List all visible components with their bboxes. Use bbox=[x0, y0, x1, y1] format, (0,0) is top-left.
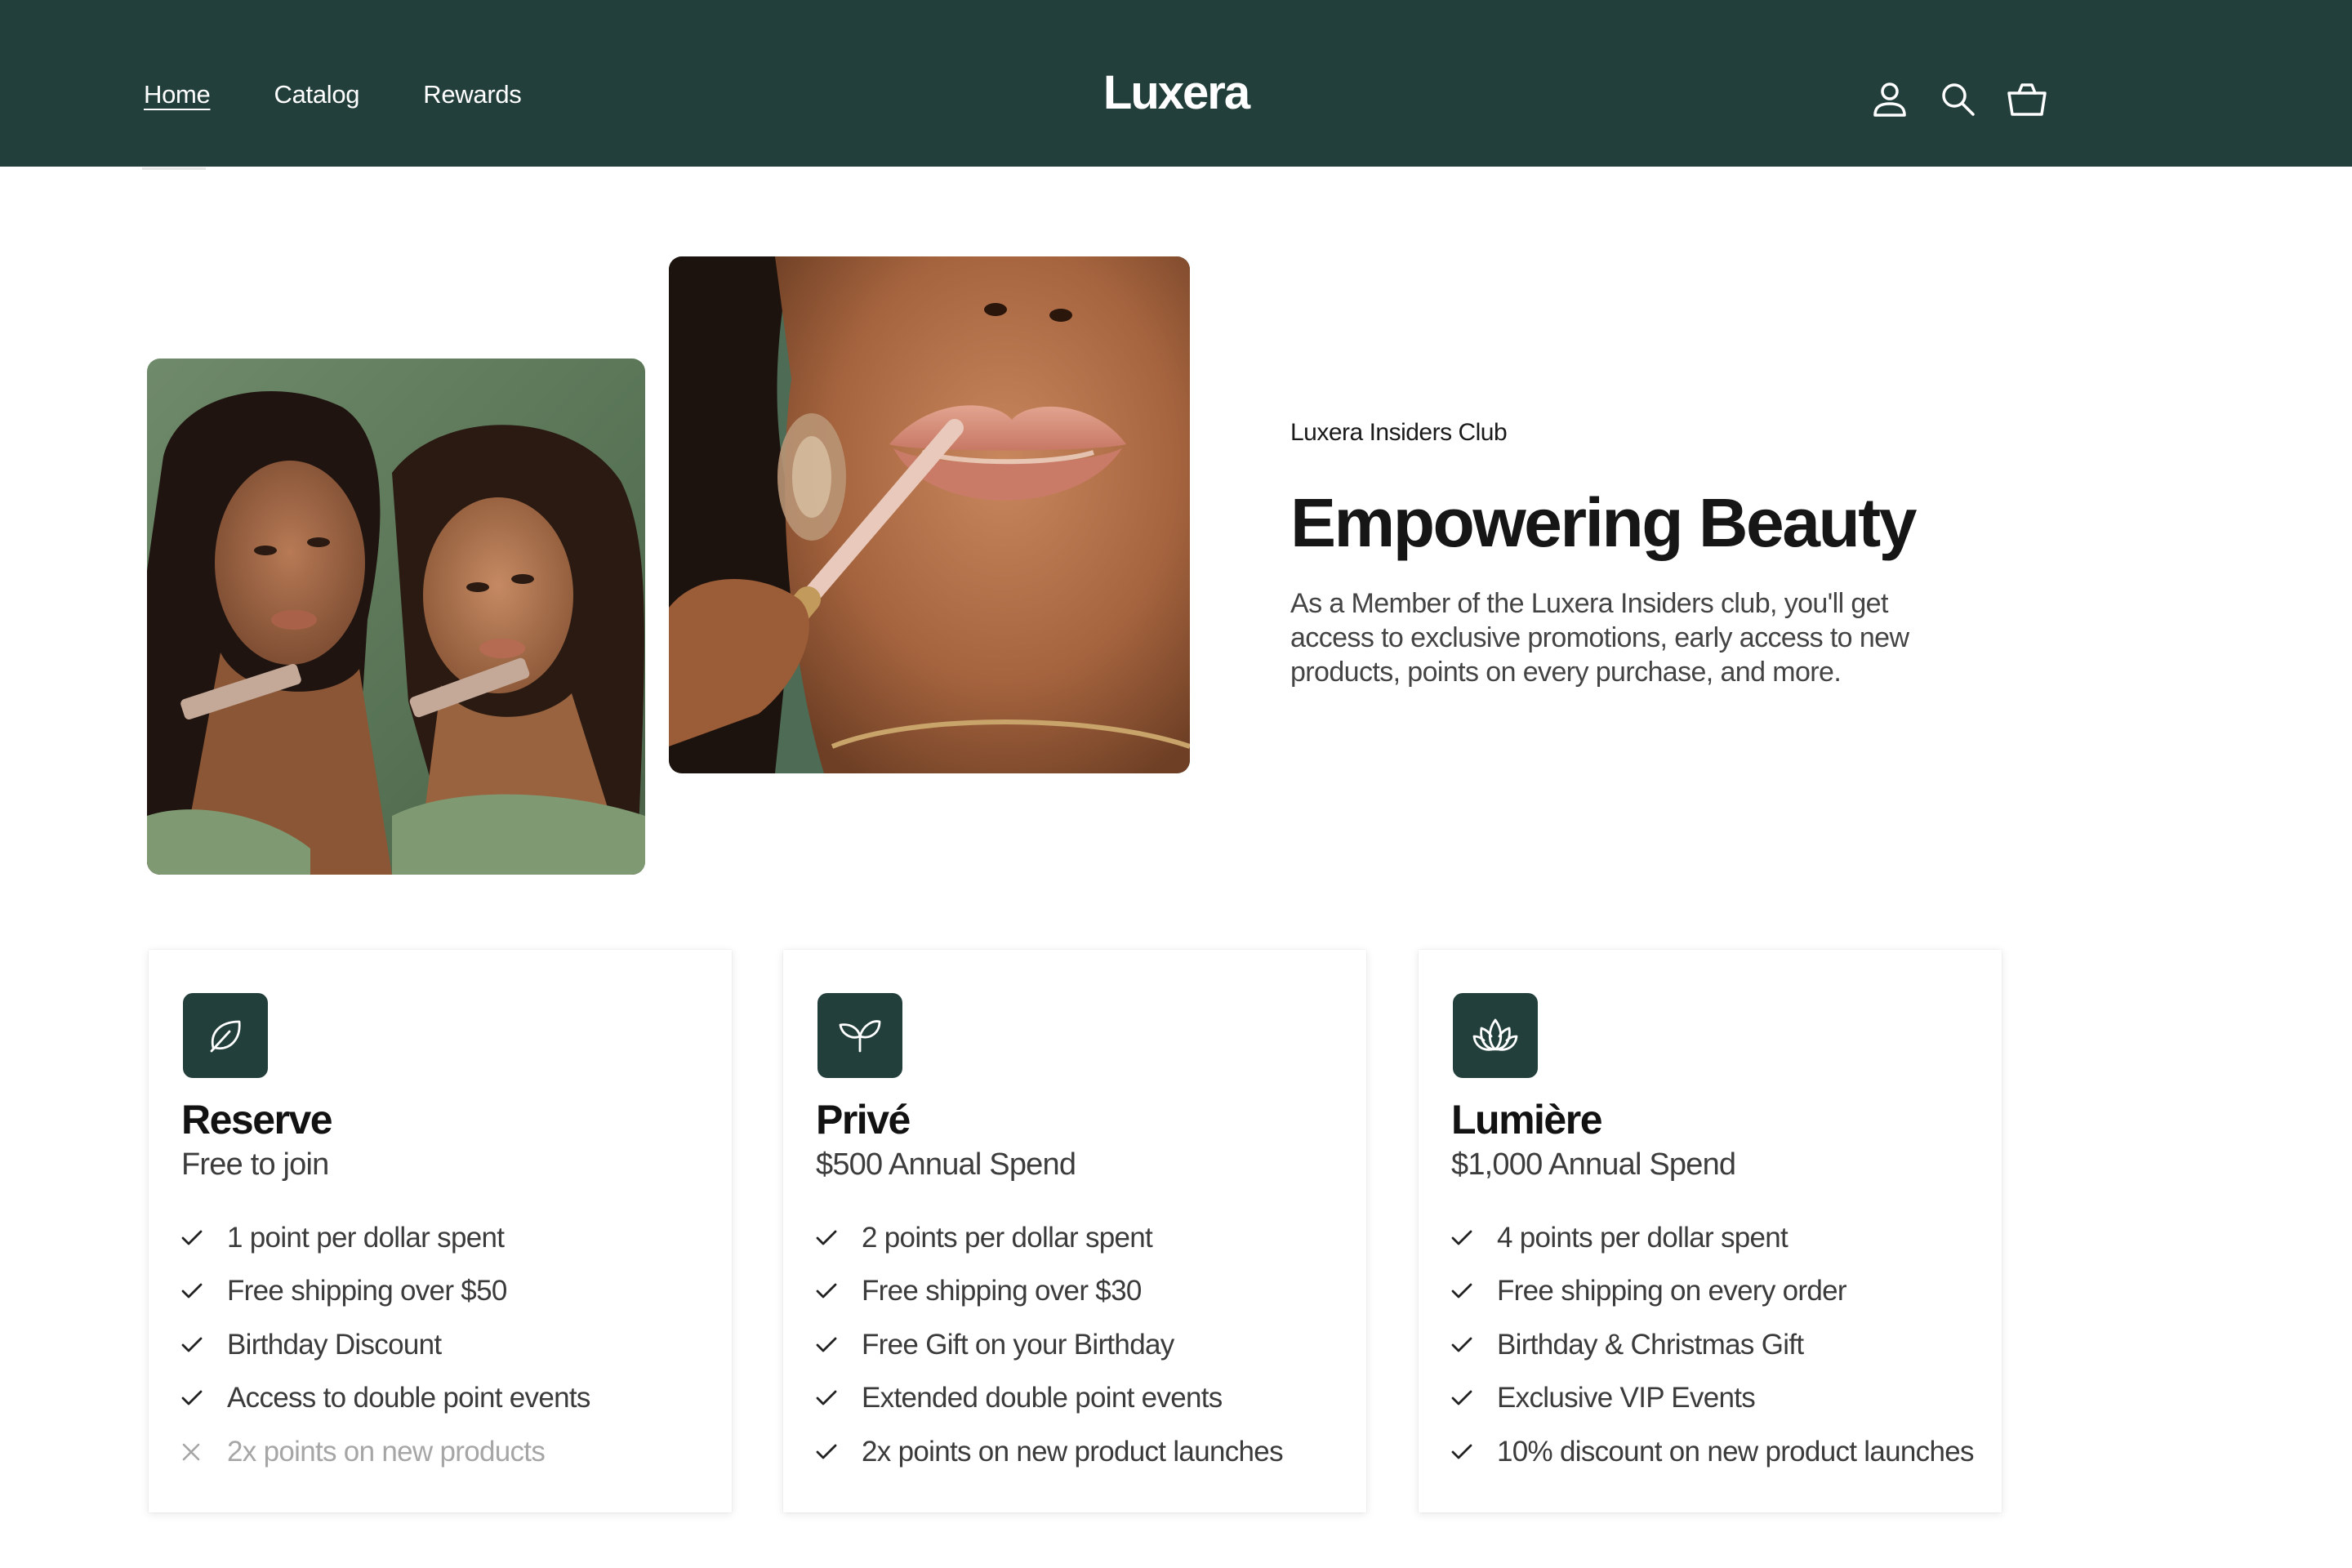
benefit-item: Free shipping over $50 bbox=[181, 1265, 590, 1319]
active-nav-indicator bbox=[142, 167, 206, 170]
benefit-item: Extended double point events bbox=[816, 1372, 1283, 1426]
check-icon bbox=[816, 1436, 862, 1468]
woman-applying-lip-gloss-photo bbox=[669, 256, 1190, 773]
check-icon bbox=[1451, 1329, 1497, 1361]
tier-name: Reserve bbox=[181, 1097, 333, 1143]
search-icon[interactable] bbox=[1936, 77, 1981, 122]
check-icon bbox=[816, 1222, 862, 1254]
cart-icon[interactable] bbox=[2004, 77, 2050, 122]
tier-name: Privé bbox=[816, 1097, 911, 1143]
benefit-item: 2x points on new product launches bbox=[816, 1425, 1284, 1479]
benefit-item: Free shipping over $30 bbox=[816, 1265, 1283, 1319]
check-icon bbox=[816, 1275, 862, 1307]
benefit-item-excluded: 2x points on new products bbox=[181, 1425, 590, 1479]
tier-card-lumiere: Lumière $1,000 Annual Spend 4 points per… bbox=[1419, 950, 2002, 1512]
tier-subtitle: $500 Annual Spend bbox=[816, 1147, 1076, 1182]
benefit-item: 2 points per dollar spent bbox=[816, 1211, 1283, 1265]
benefit-text: Free shipping on every order bbox=[1497, 1275, 1847, 1307]
check-icon bbox=[816, 1329, 862, 1361]
benefit-text: Birthday Discount bbox=[227, 1328, 442, 1361]
check-icon bbox=[1451, 1436, 1497, 1468]
benefit-item: 1 point per dollar spent bbox=[181, 1211, 590, 1265]
nav-rewards-link[interactable]: Rewards bbox=[423, 78, 522, 111]
benefit-text: Birthday & Christmas Gift bbox=[1497, 1328, 1804, 1361]
main-nav: Home Catalog Rewards bbox=[144, 78, 522, 111]
benefit-list: 4 points per dollar spent Free shipping … bbox=[1451, 1211, 1975, 1479]
benefit-text: Free shipping over $30 bbox=[862, 1275, 1142, 1307]
nav-catalog-link[interactable]: Catalog bbox=[274, 78, 360, 111]
lotus-icon bbox=[1453, 993, 1538, 1078]
sprout-icon bbox=[817, 993, 902, 1078]
benefit-item: Access to double point events bbox=[181, 1372, 590, 1426]
benefit-item: Birthday Discount bbox=[181, 1318, 590, 1372]
benefit-item: 10% discount on new product launches bbox=[1451, 1425, 1975, 1479]
tier-card-prive: Privé $500 Annual Spend 2 points per dol… bbox=[783, 950, 1366, 1512]
benefit-item: Free shipping on every order bbox=[1451, 1265, 1974, 1319]
benefit-text: Free Gift on your Birthday bbox=[862, 1328, 1174, 1361]
leaf-icon bbox=[183, 993, 268, 1078]
check-icon bbox=[181, 1275, 227, 1307]
cross-icon bbox=[181, 1436, 227, 1468]
benefit-text: 1 point per dollar spent bbox=[227, 1221, 505, 1254]
check-icon bbox=[181, 1222, 227, 1254]
hero-title: Empowering Beauty bbox=[1290, 484, 1917, 561]
benefit-text: Extended double point events bbox=[862, 1382, 1223, 1414]
account-icon[interactable] bbox=[1867, 77, 1913, 122]
benefit-item: Exclusive VIP Events bbox=[1451, 1372, 1974, 1426]
check-icon bbox=[1451, 1222, 1497, 1254]
benefit-list: 2 points per dollar spent Free shipping … bbox=[816, 1211, 1284, 1479]
tier-card-reserve: Reserve Free to join 1 point per dollar … bbox=[149, 950, 732, 1512]
benefit-text: Access to double point events bbox=[227, 1382, 590, 1414]
check-icon bbox=[816, 1382, 862, 1414]
benefit-text: 2 points per dollar spent bbox=[862, 1221, 1153, 1254]
tier-name: Lumière bbox=[1451, 1097, 1603, 1143]
hero-intro: As a Member of the Luxera Insiders club,… bbox=[1290, 588, 1909, 688]
benefit-item: 4 points per dollar spent bbox=[1451, 1211, 1974, 1265]
benefit-list: 1 point per dollar spent Free shipping o… bbox=[181, 1211, 590, 1479]
hero-eyebrow: Luxera Insiders Club bbox=[1290, 419, 1508, 446]
brand-logo[interactable]: Luxera bbox=[1103, 66, 1250, 119]
check-icon bbox=[181, 1382, 227, 1414]
benefit-item: Birthday & Christmas Gift bbox=[1451, 1318, 1974, 1372]
hero-text: Luxera Insiders Club Empowering Beauty A… bbox=[1290, 415, 2025, 689]
benefit-text: Exclusive VIP Events bbox=[1497, 1382, 1756, 1414]
two-women-holding-lip-gloss-photo bbox=[147, 359, 645, 875]
site-header: Home Catalog Rewards Luxera bbox=[0, 0, 2352, 167]
tier-subtitle: Free to join bbox=[181, 1147, 329, 1182]
nav-home-link[interactable]: Home bbox=[144, 78, 211, 111]
check-icon bbox=[1451, 1382, 1497, 1414]
benefit-text: 2x points on new products bbox=[227, 1435, 546, 1468]
check-icon bbox=[181, 1329, 227, 1361]
benefit-text: 10% discount on new product launches bbox=[1497, 1435, 1975, 1468]
benefit-item: Free Gift on your Birthday bbox=[816, 1318, 1283, 1372]
check-icon bbox=[1451, 1275, 1497, 1307]
tier-subtitle: $1,000 Annual Spend bbox=[1451, 1147, 1736, 1182]
benefit-text: 4 points per dollar spent bbox=[1497, 1221, 1788, 1254]
header-actions bbox=[1867, 77, 2050, 122]
benefit-text: 2x points on new product launches bbox=[862, 1435, 1284, 1468]
benefit-text: Free shipping over $50 bbox=[227, 1275, 507, 1307]
